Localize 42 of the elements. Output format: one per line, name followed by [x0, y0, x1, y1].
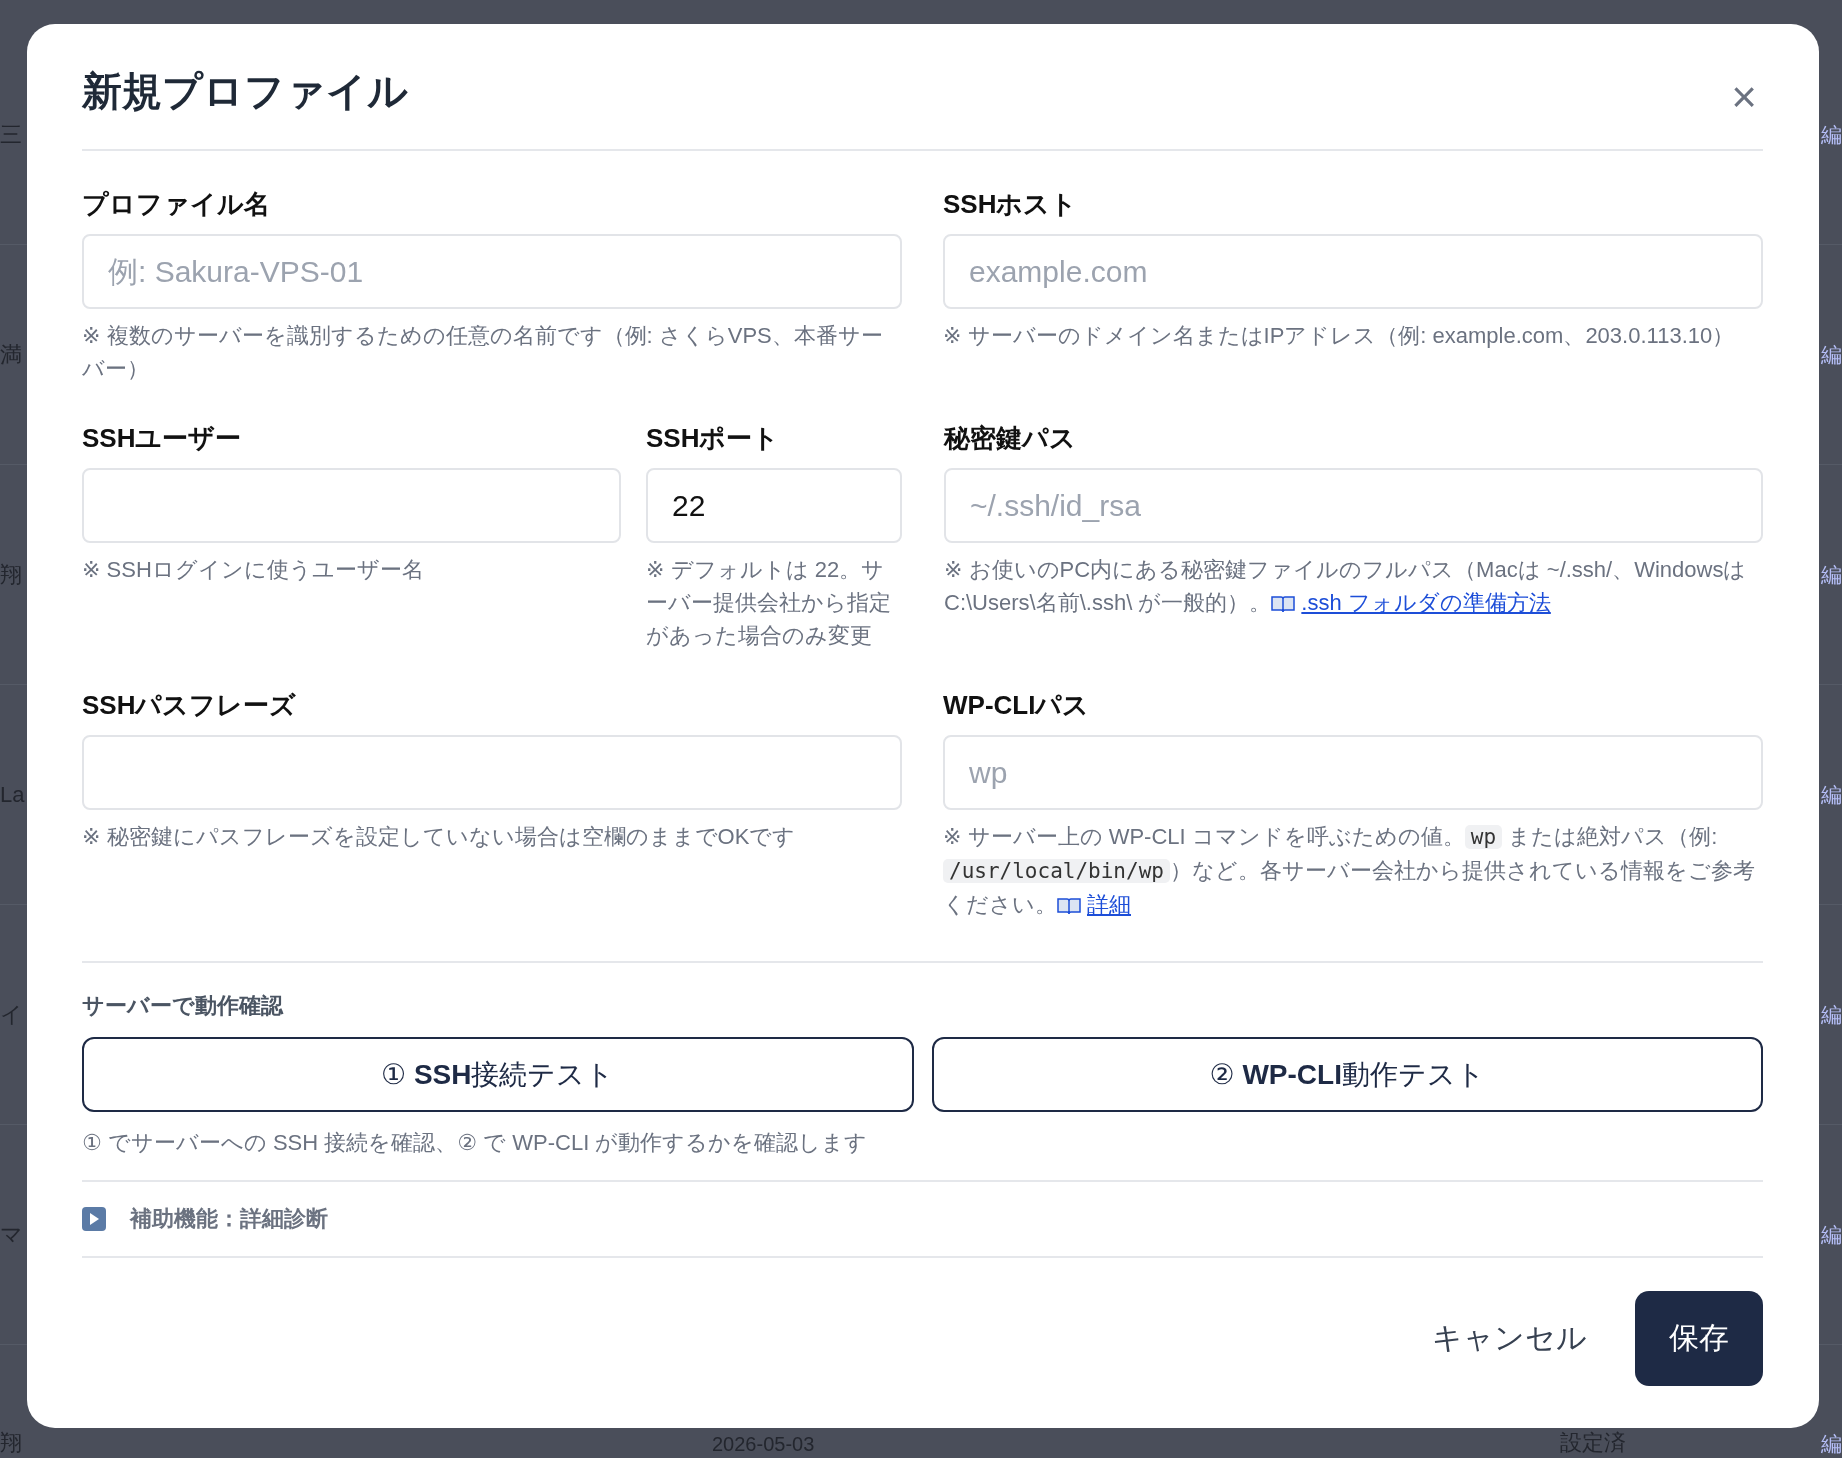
input-field[interactable]: [82, 468, 621, 543]
edit-link[interactable]: 編: [1821, 344, 1842, 365]
field-label: 秘密鍵パス: [944, 422, 1077, 455]
help-text: ※ 秘密鍵にパスフレーズを設定していない場合は空欄のままでOKです: [82, 823, 797, 851]
edit-link[interactable]: 編: [1821, 1433, 1842, 1454]
book-icon: [1271, 595, 1296, 613]
save-button[interactable]: 保存: [1635, 1291, 1763, 1386]
section-heading: サーバーで動作確認: [82, 992, 285, 1020]
field-label: SSHユーザー: [82, 422, 243, 455]
input-field[interactable]: ~/.ssh/id_rsa: [944, 468, 1763, 543]
close-button[interactable]: ×: [1725, 74, 1763, 119]
cancel-button[interactable]: キャンセル: [1424, 1318, 1595, 1359]
help-text: ※ お使いのPC内にある秘密鍵ファイルのフルパス（Macは ~/.ssh/、Windowsは C:\Users\名前\.ssh\ が一般的）。 .ssh フォルダの準備方法: [944, 556, 1748, 617]
field-label: WP-CLIパス: [943, 689, 1091, 722]
edit-link[interactable]: 編: [1821, 1224, 1842, 1245]
input-field[interactable]: 例: Sakura-VPS-01: [82, 234, 902, 309]
help-link[interactable]: .ssh フォルダの準備方法: [1271, 590, 1551, 615]
edit-link[interactable]: 編: [1821, 564, 1842, 585]
test-button[interactable]: ① SSH接続テスト: [82, 1037, 914, 1112]
input-field[interactable]: [82, 735, 902, 810]
edit-link[interactable]: 編: [1821, 1004, 1842, 1025]
test-button[interactable]: ② WP-CLI動作テスト: [931, 1037, 1763, 1112]
help-text: ※ サーバー上の WP-CLI コマンドを呼ぶための値。 wp または絶対パス（例: /usr/local/bin/wp ）など。各サーバー会社から提供されている情報をご参考ください。 詳細: [943, 823, 1756, 919]
edit-link[interactable]: 編: [1821, 124, 1842, 145]
edit-link[interactable]: 編: [1821, 784, 1842, 805]
field-label: SSHホスト: [943, 188, 1079, 221]
help-text: ※ SSHログインに使うユーザー名: [82, 556, 425, 584]
input-field[interactable]: 22: [646, 468, 902, 543]
help-text: ※ 複数のサーバーを識別するための任意の名前です（例: さくらVPS、本番サーバー）: [82, 322, 884, 383]
field-label: プロファイル名: [82, 188, 271, 221]
input-field[interactable]: example.com: [943, 234, 1763, 309]
help-text: ※ デフォルトは 22。サーバー提供会社から指定があった場合のみ変更: [646, 556, 892, 650]
field-label: SSHポート: [646, 422, 781, 455]
note-text: ① でサーバーへの SSH 接続を確認、② で WP-CLI が動作するかを確認します: [82, 1129, 869, 1157]
expand-icon[interactable]: [82, 1207, 106, 1231]
help-link[interactable]: 詳細: [1057, 892, 1131, 917]
help-text: ※ サーバーのドメイン名またはIPアドレス（例: example.com、203.0.113.10）: [943, 322, 1736, 350]
input-field[interactable]: wp: [943, 735, 1763, 810]
field-label: SSHパスフレーズ: [82, 689, 298, 722]
dialog-title: 新規プロファイル: [82, 68, 408, 115]
book-icon: [1057, 897, 1081, 915]
details-toggle[interactable]: 補助機能：詳細診断: [130, 1204, 328, 1234]
